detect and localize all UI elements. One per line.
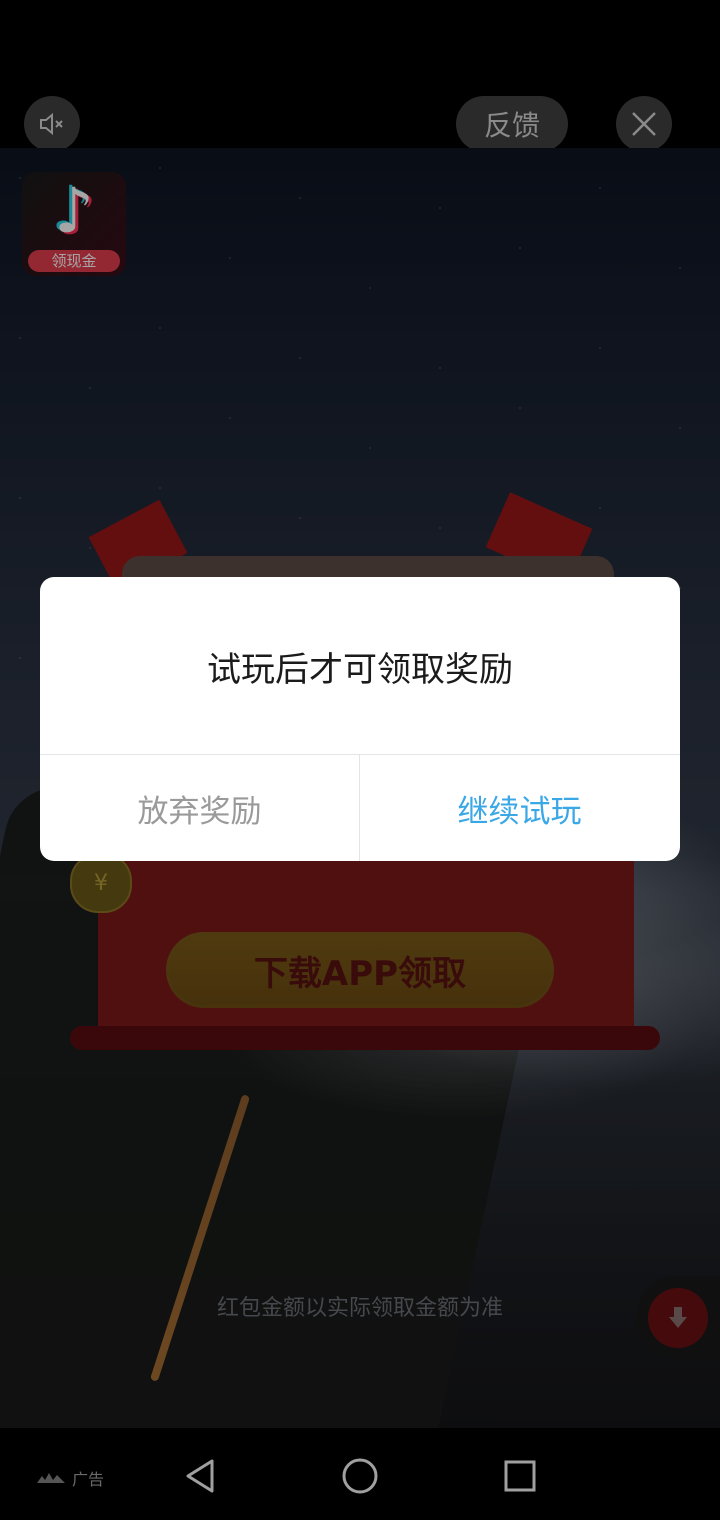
continue-trial-button[interactable]: 继续试玩 (360, 755, 679, 861)
feedback-button[interactable]: 反馈 (456, 96, 568, 152)
ad-platform-logo-icon (37, 1473, 65, 1483)
nav-recents-button[interactable] (500, 1456, 540, 1496)
recents-square-icon (504, 1460, 536, 1492)
close-icon (632, 112, 656, 136)
reward-dialog: 试玩后才可领取奖励 放弃奖励 继续试玩 (40, 577, 680, 861)
home-circle-icon (342, 1458, 378, 1494)
dialog-message: 试玩后才可领取奖励 (207, 649, 513, 690)
nav-back-button[interactable] (180, 1456, 220, 1496)
nav-home-button[interactable] (340, 1456, 380, 1496)
ad-top-bar (0, 0, 720, 148)
back-triangle-icon (186, 1459, 214, 1493)
ad-label: 广告 (36, 1466, 104, 1490)
speaker-muted-icon (40, 112, 63, 136)
close-ad-button[interactable] (616, 96, 672, 152)
ad-label-text: 广告 (72, 1470, 105, 1489)
give-up-reward-button[interactable]: 放弃奖励 (40, 755, 359, 861)
mute-button[interactable] (24, 96, 80, 152)
